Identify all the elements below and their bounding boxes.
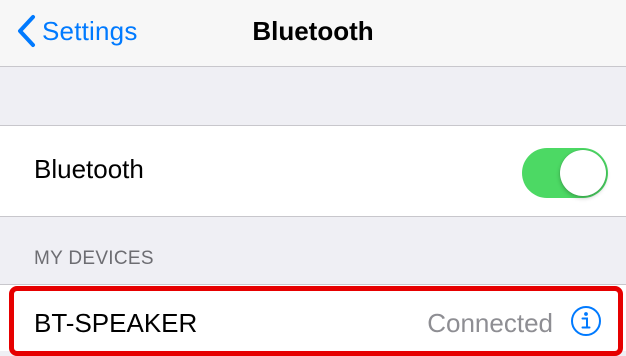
bluetooth-toggle-row: Bluetooth [0, 125, 626, 217]
bluetooth-toggle-switch[interactable] [522, 148, 608, 198]
toggle-knob [560, 150, 606, 196]
device-name: BT-SPEAKER [34, 308, 198, 338]
page-title: Bluetooth [252, 16, 374, 46]
navigation-bar: Settings Bluetooth [0, 0, 626, 67]
device-status: Connected [427, 308, 553, 338]
info-icon[interactable] [570, 305, 602, 337]
my-devices-section-header: MY DEVICES [34, 248, 154, 269]
bluetooth-label: Bluetooth [34, 154, 144, 184]
device-row-bt-speaker[interactable]: BT-SPEAKER Connected [0, 284, 626, 351]
